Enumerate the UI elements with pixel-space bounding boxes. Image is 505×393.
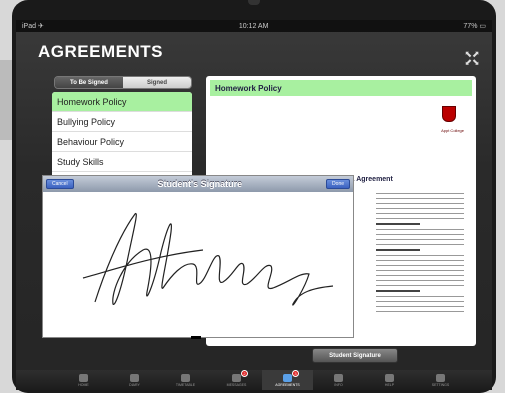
- tab-label: HELP: [384, 382, 395, 387]
- battery-indicator: 77% ▭: [463, 23, 486, 30]
- college-crest-icon: [442, 106, 456, 122]
- policy-item-study-skills[interactable]: Study Skills: [52, 152, 192, 172]
- resize-handle[interactable]: [191, 336, 201, 339]
- tab-messages[interactable]: 2 MESSAGES: [211, 370, 262, 390]
- tab-diary[interactable]: DIARY: [109, 370, 160, 390]
- help-icon: [385, 373, 394, 382]
- background-window-edge: [0, 60, 12, 140]
- tab-label: HOME: [78, 382, 89, 387]
- screen: iPad ✈ 10:12 AM 77% ▭ AGREEMENTS ⬉⬈ ⬋⬊ To…: [16, 20, 492, 390]
- tab-label: TIMETABLE: [175, 382, 196, 387]
- segment-signed[interactable]: Signed: [123, 77, 191, 88]
- tab-label: MESSAGES: [226, 382, 247, 387]
- tab-agreements[interactable]: 3 AGREEMENTS: [262, 370, 313, 390]
- policy-item-bullying[interactable]: Bullying Policy: [52, 112, 192, 132]
- student-signature-button[interactable]: Student Signature: [312, 348, 398, 363]
- college-name: Appt College: [441, 128, 464, 133]
- agreements-badge: 3: [292, 370, 299, 377]
- info-icon: [334, 373, 343, 382]
- segmented-control: To Be Signed Signed: [54, 76, 192, 89]
- tab-home[interactable]: HOME: [58, 370, 109, 390]
- signature-dialog: Cancel Student's Signature Done: [42, 175, 354, 338]
- carrier-label: iPad ✈: [22, 23, 44, 30]
- tab-help[interactable]: HELP: [364, 370, 415, 390]
- clock: 10:12 AM: [238, 22, 269, 30]
- signature-stroke-crossbar: [82, 249, 204, 279]
- ipad-frame: iPad ✈ 10:12 AM 77% ▭ AGREEMENTS ⬉⬈ ⬋⬊ To…: [12, 0, 496, 393]
- document-header: Homework Policy: [210, 80, 472, 96]
- signature-canvas[interactable]: [43, 192, 353, 338]
- tab-label: SETTINGS: [431, 382, 450, 387]
- document-body-text: [376, 189, 464, 316]
- tab-info[interactable]: INFO: [313, 370, 364, 390]
- signature-toolbar: Cancel Student's Signature Done: [43, 176, 353, 192]
- signature-stroke: [94, 213, 334, 306]
- signature-title: Student's Signature: [157, 179, 243, 189]
- tab-timetable[interactable]: TIMETABLE: [160, 370, 211, 390]
- cancel-button[interactable]: Cancel: [46, 179, 74, 189]
- tab-settings[interactable]: SETTINGS: [415, 370, 466, 390]
- expand-icon[interactable]: ⬉⬈ ⬋⬊: [464, 50, 480, 67]
- camera: [248, 0, 260, 5]
- segment-to-be-signed[interactable]: To Be Signed: [55, 77, 123, 88]
- diary-icon: [130, 373, 139, 382]
- home-icon: [79, 373, 88, 382]
- messages-badge: 2: [241, 370, 248, 377]
- messages-icon: [232, 373, 241, 382]
- agreements-icon: [283, 373, 292, 382]
- policy-item-behaviour[interactable]: Behaviour Policy: [52, 132, 192, 152]
- policy-item-homework[interactable]: Homework Policy: [52, 92, 192, 112]
- timetable-icon: [181, 373, 190, 382]
- tab-label: DIARY: [129, 382, 140, 387]
- status-bar: iPad ✈ 10:12 AM 77% ▭: [16, 20, 492, 32]
- settings-icon: [436, 373, 445, 382]
- tab-bar: HOME DIARY TIMETABLE 2 MESSAGES 3 AGREEM…: [16, 370, 492, 390]
- page-title: AGREEMENTS: [38, 42, 163, 61]
- tab-label: INFO: [334, 382, 343, 387]
- tab-label: AGREEMENTS: [275, 382, 300, 387]
- done-button[interactable]: Done: [326, 179, 350, 189]
